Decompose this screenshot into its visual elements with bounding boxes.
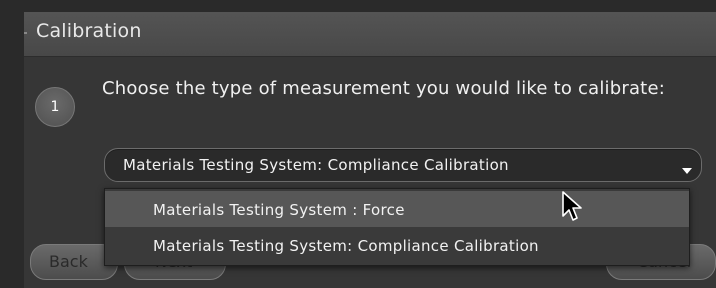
window-title: Calibration xyxy=(36,20,142,42)
dropdown-option-label: Materials Testing System : Force xyxy=(153,201,405,219)
measurement-type-select[interactable]: Materials Testing System: Compliance Cal… xyxy=(104,148,702,182)
dropdown-option-force[interactable]: Materials Testing System : Force xyxy=(105,191,689,227)
measurement-type-dropdown-list: Materials Testing System : Force Materia… xyxy=(104,188,690,266)
mouse-pointer-icon xyxy=(562,191,582,221)
title-bar-edge-mark xyxy=(24,32,27,34)
measurement-type-selected-value: Materials Testing System: Compliance Cal… xyxy=(123,156,509,174)
back-button-label: Back xyxy=(49,252,88,271)
chevron-down-icon xyxy=(682,168,692,174)
step-prompt: Choose the type of measurement you would… xyxy=(102,78,665,99)
step-number-badge: 1 xyxy=(35,87,75,127)
title-bar: Calibration xyxy=(24,12,716,57)
dropdown-option-compliance-calibration[interactable]: Materials Testing System: Compliance Cal… xyxy=(105,227,689,263)
dropdown-option-label: Materials Testing System: Compliance Cal… xyxy=(153,237,539,255)
